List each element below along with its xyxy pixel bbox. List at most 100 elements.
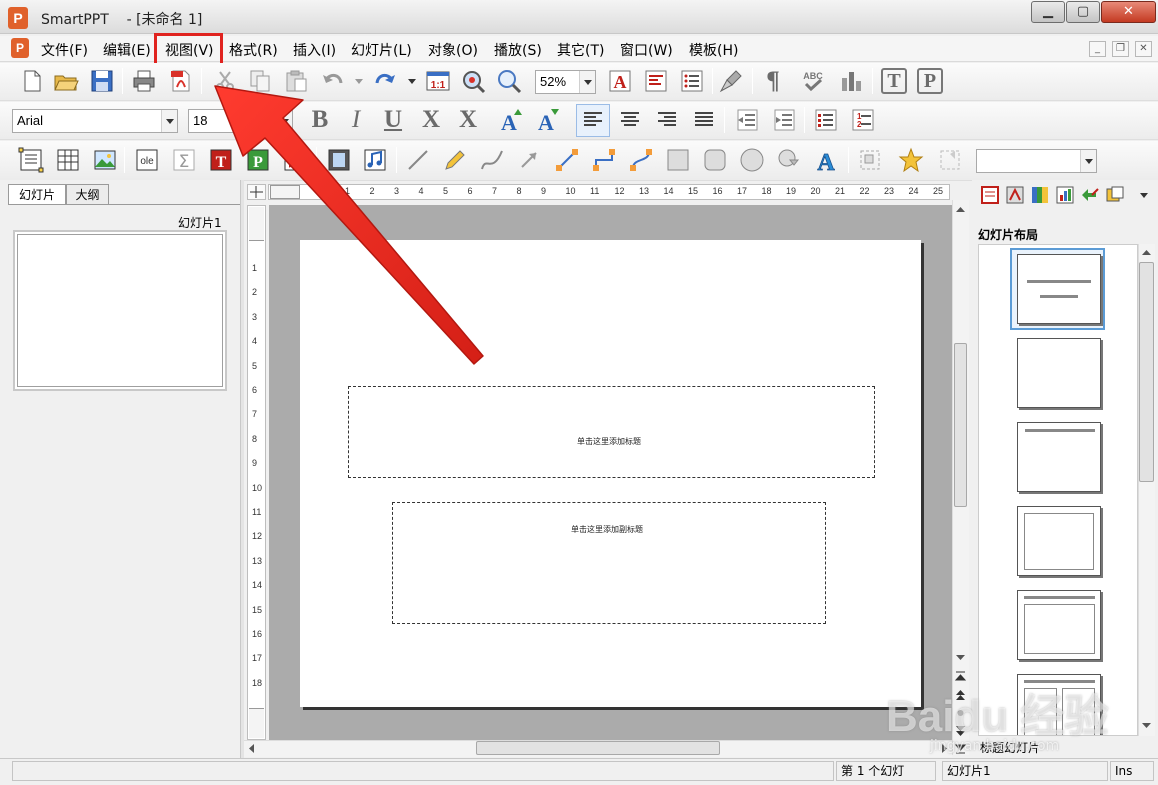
statistics-icon[interactable] [838, 68, 864, 94]
paragraph-format-icon[interactable] [643, 68, 669, 94]
menu-play[interactable]: 播放(S) [494, 40, 542, 60]
group-icon[interactable] [857, 147, 883, 173]
numbered-list-icon[interactable]: 12 [850, 107, 876, 133]
save-icon[interactable] [89, 68, 115, 94]
wordart-icon[interactable]: A [813, 147, 839, 173]
scroll-down-icon[interactable] [954, 652, 967, 664]
insert-audio-icon[interactable] [362, 147, 388, 173]
pencil-icon[interactable] [442, 147, 468, 173]
redo-icon[interactable] [372, 68, 398, 94]
cut-icon[interactable] [212, 68, 238, 94]
tab-outline[interactable]: 大纲 [66, 184, 109, 205]
insert-formula-icon[interactable]: Σ [171, 147, 197, 173]
decrease-indent-icon[interactable] [734, 107, 760, 133]
layout-scroll-up-icon[interactable] [1140, 246, 1153, 258]
menu-other[interactable]: 其它(T) [557, 40, 604, 60]
rectangle-icon[interactable] [665, 147, 691, 173]
undo-dropdown-icon[interactable] [355, 77, 363, 85]
menu-template[interactable]: 模板(H) [689, 40, 738, 60]
rounded-rectangle-icon[interactable] [702, 147, 728, 173]
paste-icon[interactable] [283, 68, 309, 94]
insert-table-icon[interactable] [55, 147, 81, 173]
horizontal-scroll-thumb[interactable] [476, 741, 720, 755]
layout-blank[interactable] [1017, 338, 1101, 408]
layout-title-slide[interactable] [1017, 254, 1101, 324]
draw-line-icon[interactable] [405, 147, 431, 173]
arrow-line-icon[interactable] [516, 147, 542, 173]
panel-splitter[interactable] [240, 180, 244, 758]
layout-title-only[interactable] [1017, 422, 1101, 492]
picture-template-icon[interactable]: P [917, 68, 943, 94]
insert-flash-icon[interactable] [282, 147, 308, 173]
spell-check-icon[interactable]: ABC [800, 68, 826, 94]
redo-dropdown-icon[interactable] [408, 77, 416, 85]
connector-icon[interactable] [554, 147, 580, 173]
ruler-margin-marker[interactable] [270, 185, 300, 199]
panel-menu-chevron-icon[interactable] [1139, 191, 1149, 199]
layout-list[interactable] [978, 244, 1138, 736]
close-button[interactable]: ✕ [1101, 1, 1156, 23]
insert-video-icon[interactable] [326, 147, 352, 173]
star-icon[interactable] [898, 147, 924, 173]
open-folder-icon[interactable] [53, 68, 79, 94]
style-select[interactable] [976, 149, 1097, 173]
maximize-button[interactable]: ▢ [1066, 1, 1100, 23]
scroll-left-icon[interactable] [246, 742, 258, 755]
bold-icon[interactable]: B [307, 107, 333, 133]
autoshape-icon[interactable] [776, 147, 802, 173]
decrease-font-icon[interactable]: A [535, 107, 561, 133]
insert-textbox-icon[interactable] [18, 147, 44, 173]
curve-icon[interactable] [479, 147, 505, 173]
font-size-select[interactable]: 18 [188, 109, 293, 133]
zoom-select[interactable]: 52% [535, 70, 596, 94]
pilcrow-icon[interactable]: ¶ [760, 68, 786, 94]
underline-icon[interactable]: U [380, 107, 406, 133]
custom-animation-tab-icon[interactable] [1080, 185, 1100, 205]
increase-indent-icon[interactable] [771, 107, 797, 133]
slide-transition-tab-icon[interactable] [1105, 185, 1125, 205]
insert-text-template-icon[interactable]: T [208, 147, 234, 173]
title-placeholder[interactable]: 单击这里添加标题 [348, 386, 875, 478]
minimize-button[interactable]: ▁ [1031, 1, 1065, 23]
doc-minimize-button[interactable]: _ [1089, 41, 1106, 57]
menu-edit[interactable]: 编辑(E) [103, 40, 151, 60]
menu-window[interactable]: 窗口(W) [620, 40, 673, 60]
tab-slides[interactable]: 幻灯片 [8, 184, 66, 205]
layout-scroll-thumb[interactable] [1139, 262, 1154, 482]
insert-ole-icon[interactable]: ole [134, 147, 160, 173]
increase-font-icon[interactable]: A [498, 107, 524, 133]
export-pdf-icon[interactable] [168, 68, 194, 94]
animation-icon[interactable] [937, 147, 963, 173]
align-center-icon[interactable] [617, 107, 643, 133]
color-scheme-tab-icon[interactable] [1030, 185, 1050, 205]
ellipse-icon[interactable] [739, 147, 765, 173]
align-left-icon[interactable] [580, 107, 606, 133]
print-icon[interactable] [131, 68, 157, 94]
layout-content[interactable] [1017, 506, 1101, 576]
curved-connector-icon[interactable] [628, 147, 654, 173]
elbow-connector-icon[interactable] [591, 147, 617, 173]
design-template-tab-icon[interactable] [1005, 185, 1025, 205]
text-template-icon[interactable]: T [881, 68, 907, 94]
font-name-select[interactable]: Arial [12, 109, 178, 133]
layout-scroll-down-icon[interactable] [1140, 720, 1153, 732]
vertical-scroll-thumb[interactable] [954, 343, 967, 507]
menu-insert[interactable]: 插入(I) [293, 40, 336, 60]
undo-icon[interactable] [320, 68, 346, 94]
format-painter-icon[interactable] [718, 68, 744, 94]
zoom-icon[interactable] [496, 68, 522, 94]
clear-format-icon[interactable]: X [455, 107, 481, 133]
actual-size-icon[interactable]: 1:1 [425, 68, 451, 94]
subtitle-placeholder[interactable]: 单击这里添加副标题 [392, 502, 826, 624]
slide-layout-tab-icon[interactable] [980, 185, 1000, 205]
insert-picture-icon[interactable] [92, 147, 118, 173]
doc-restore-button[interactable]: ❐ [1112, 41, 1129, 57]
copy-icon[interactable] [247, 68, 273, 94]
new-file-icon[interactable] [19, 68, 45, 94]
menu-format[interactable]: 格式(R) [229, 40, 278, 60]
bulleted-list-icon[interactable] [813, 107, 839, 133]
font-color-icon[interactable]: A [607, 68, 633, 94]
layout-title-content[interactable] [1017, 590, 1101, 660]
menu-file[interactable]: 文件(F) [41, 40, 88, 60]
zoom-fit-icon[interactable] [460, 68, 486, 94]
